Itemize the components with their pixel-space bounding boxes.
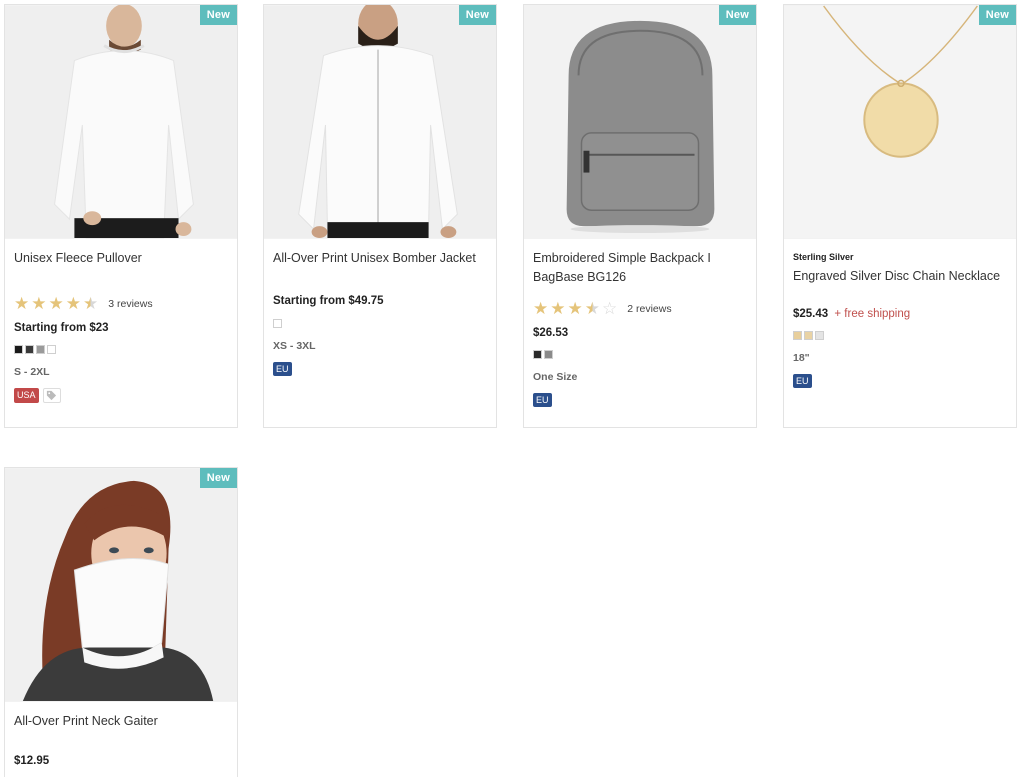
price-value: $25.43 <box>793 308 829 320</box>
size-range: 18" <box>793 352 810 364</box>
review-count[interactable]: 2 reviews <box>627 303 671 315</box>
product-image[interactable]: New <box>784 5 1016 239</box>
size-range: S - 2XL <box>14 366 50 378</box>
product-card[interactable]: New Unisex Fleece Pullover ★ ★ ★ ★ ★ 3 r… <box>4 4 238 428</box>
color-swatches <box>793 331 1007 340</box>
new-badge: New <box>199 5 237 25</box>
product-image[interactable]: New <box>5 468 237 702</box>
color-swatches <box>273 319 487 328</box>
region-tags: EU <box>273 362 487 376</box>
pullover-image <box>5 5 237 239</box>
neck-gaiter-image <box>5 469 237 701</box>
product-image[interactable]: New <box>264 5 496 239</box>
product-title[interactable]: All-Over Print Neck Gaiter <box>14 712 228 731</box>
product-image[interactable]: New <box>524 5 756 239</box>
region-tag-eu: EU <box>533 393 552 407</box>
rating[interactable]: ★ ★ ★ ★ ★ 3 reviews <box>14 295 228 312</box>
color-swatches <box>533 350 747 359</box>
product-card[interactable]: New All-Over Print Neck Gaiter $12.95 <box>4 467 238 777</box>
size-range: One Size <box>533 371 578 383</box>
color-swatches <box>14 345 228 354</box>
review-count[interactable]: 3 reviews <box>108 298 152 310</box>
color-swatch[interactable] <box>47 345 56 354</box>
product-price: $12.95 <box>14 755 50 767</box>
color-swatch[interactable] <box>533 350 542 359</box>
region-tags: EU <box>793 374 1007 388</box>
bomber-jacket-image <box>264 5 496 238</box>
product-price: Starting from $23 <box>14 322 109 334</box>
star-icon: ★ <box>65 294 81 313</box>
rating-stars: ★ ★ ★ ★ ★ <box>14 295 98 312</box>
color-swatch[interactable] <box>14 345 23 354</box>
star-icon: ★ <box>567 299 583 318</box>
backpack-image <box>524 6 756 238</box>
necklace-image <box>784 5 1016 238</box>
region-tags: EU <box>533 393 747 407</box>
star-half-icon: ★ <box>83 294 99 313</box>
product-title[interactable]: All-Over Print Unisex Bomber Jacket <box>273 249 487 268</box>
star-icon: ★ <box>48 294 64 313</box>
rating-stars: ★ ★ ★ ★ ☆ <box>533 300 617 317</box>
new-badge: New <box>718 5 756 25</box>
product-price: $26.53 <box>533 327 569 339</box>
new-badge: New <box>199 468 237 488</box>
product-card[interactable]: New All-Over Print Unisex Bomber Jacket … <box>263 4 497 428</box>
rating[interactable]: ★ ★ ★ ★ ☆ 2 reviews <box>533 300 747 317</box>
new-badge: New <box>458 5 496 25</box>
star-half-icon: ★ <box>584 299 600 318</box>
star-icon: ★ <box>31 294 47 313</box>
free-shipping-label: + free shipping <box>834 308 911 320</box>
color-swatch[interactable] <box>793 331 802 340</box>
product-card[interactable]: New Embroidered Simple Backpack I BagBas… <box>523 4 757 428</box>
color-swatch[interactable] <box>815 331 824 340</box>
color-swatch[interactable] <box>804 331 813 340</box>
product-price: Starting from $49.75 <box>273 295 384 307</box>
color-swatch[interactable] <box>36 345 45 354</box>
product-image[interactable]: New <box>5 5 237 239</box>
size-range: XS - 3XL <box>273 340 316 352</box>
new-badge: New <box>978 5 1016 25</box>
region-tags: USA <box>14 388 228 403</box>
color-swatch[interactable] <box>273 319 282 328</box>
star-icon: ★ <box>550 299 566 318</box>
product-title[interactable]: Embroidered Simple Backpack I BagBase BG… <box>533 249 747 287</box>
region-tag-eu: EU <box>793 374 812 388</box>
product-card[interactable]: New Sterling Silver Engraved Silver Disc… <box>783 4 1017 428</box>
region-tag-eu: EU <box>273 362 292 376</box>
star-empty-icon: ☆ <box>602 299 618 318</box>
color-swatch[interactable] <box>25 345 34 354</box>
tag-icon <box>42 388 61 403</box>
product-title[interactable]: Engraved Silver Disc Chain Necklace <box>793 267 1007 286</box>
region-tag-usa: USA <box>14 388 39 403</box>
product-title[interactable]: Unisex Fleece Pullover <box>14 249 228 268</box>
product-brand: Sterling Silver <box>793 252 854 262</box>
color-swatch[interactable] <box>544 350 553 359</box>
star-icon: ★ <box>14 294 30 313</box>
product-price: $25.43 + free shipping <box>793 308 1007 320</box>
star-icon: ★ <box>533 299 549 318</box>
